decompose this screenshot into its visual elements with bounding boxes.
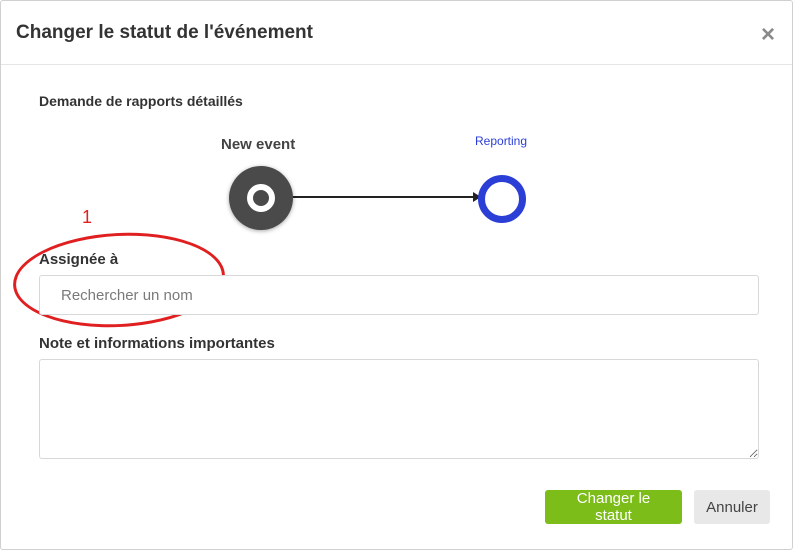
notes-textarea[interactable]	[39, 359, 759, 459]
current-step-label: New event	[221, 136, 296, 153]
workflow-name: Demande de rapports détaillés	[39, 93, 243, 109]
next-step-node[interactable]	[478, 175, 526, 223]
assignee-search-input[interactable]	[39, 275, 759, 315]
current-step-node	[229, 166, 293, 230]
change-status-dialog: Changer le statut de l'événement × Deman…	[0, 0, 793, 550]
notes-label: Note et informations importantes	[39, 335, 275, 352]
dialog-title: Changer le statut de l'événement	[16, 22, 313, 43]
annotation-number: 1	[82, 207, 93, 227]
close-icon[interactable]: ×	[758, 23, 778, 47]
dialog-header: Changer le statut de l'événement ×	[1, 1, 792, 65]
step-connector	[293, 196, 479, 198]
next-step-label[interactable]: Reporting	[475, 134, 527, 148]
change-status-button[interactable]: Changer le statut	[545, 490, 682, 524]
cancel-button[interactable]: Annuler	[694, 490, 770, 524]
assignee-label: Assignée à	[39, 251, 119, 268]
